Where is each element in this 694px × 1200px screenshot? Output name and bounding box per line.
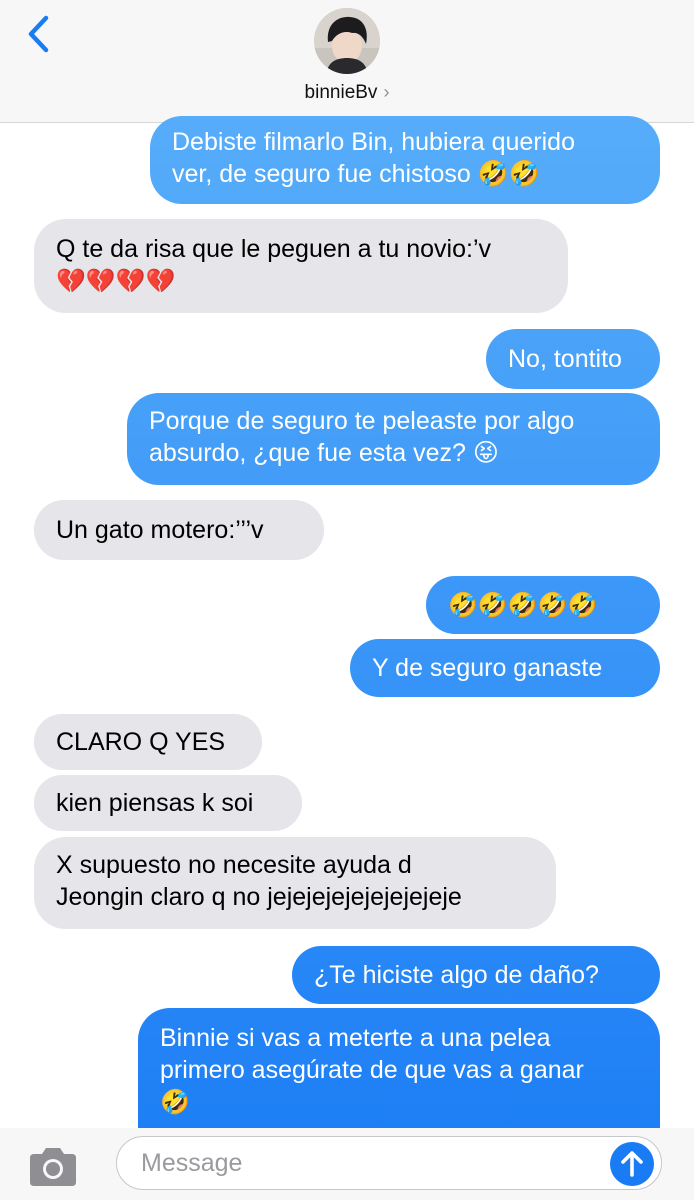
message-text: Y de seguro ganaste	[372, 654, 603, 682]
message-text: kien piensas k soi	[56, 789, 254, 817]
camera-button[interactable]	[26, 1146, 80, 1188]
avatar-photo	[314, 8, 380, 74]
message-text: Debiste filmarlo Bin, hubiera querido	[172, 128, 575, 156]
message-bubble-outgoing[interactable]: Debiste filmarlo Bin, hubiera querido ve…	[150, 116, 660, 204]
message-bubble-outgoing[interactable]: ¿Te hiciste algo de daño?	[292, 946, 660, 1004]
message-text: 💔💔💔💔	[56, 267, 176, 295]
message-bubble-outgoing[interactable]: No, tontito	[486, 329, 660, 389]
message-text: Binnie si vas a meterte a una pelea	[160, 1024, 551, 1052]
send-button[interactable]	[610, 1142, 654, 1186]
message-bubble-outgoing[interactable]: Binnie si vas a meterte a una pelea prim…	[138, 1008, 660, 1128]
message-bubble-incoming[interactable]: CLARO Q YES	[34, 714, 262, 770]
message-bubble-outgoing[interactable]: Y de seguro ganaste	[350, 639, 660, 697]
message-input[interactable]	[116, 1136, 662, 1190]
message-bubble-incoming[interactable]: Q te da risa que le peguen a tu novio:’v…	[34, 219, 568, 313]
message-bubble-incoming[interactable]: Un gato motero:’’’v	[34, 500, 324, 560]
message-bubble-outgoing[interactable]: Porque de seguro te peleaste por algo ab…	[127, 393, 660, 485]
message-bubble-incoming[interactable]: X supuesto no necesite ayuda d Jeongin c…	[34, 837, 556, 929]
message-text: Q te da risa que le peguen a tu novio:’v	[56, 235, 492, 263]
message-bubble-outgoing[interactable]: 🤣🤣🤣🤣🤣	[426, 576, 660, 634]
message-text: X supuesto no necesite ayuda d	[56, 851, 412, 879]
chevron-left-icon	[28, 15, 49, 53]
camera-icon	[30, 1148, 76, 1186]
contact-name-button[interactable]: binnieBv ›	[0, 82, 694, 104]
message-text: No, tontito	[508, 345, 622, 373]
message-text: ver, de seguro fue chistoso 🤣🤣	[172, 160, 540, 188]
message-text: 🤣🤣🤣🤣🤣	[448, 591, 598, 619]
message-composer	[0, 1128, 694, 1200]
message-text: 🤣	[160, 1088, 190, 1116]
contact-name: binnieBv	[304, 82, 378, 103]
message-text: CLARO Q YES	[56, 728, 226, 756]
arrow-up-icon	[621, 1151, 643, 1177]
message-text: absurdo, ¿que fue esta vez? 😝	[149, 439, 499, 467]
message-bubble-incoming[interactable]: kien piensas k soi	[34, 775, 302, 831]
contact-avatar[interactable]	[314, 8, 380, 74]
back-button[interactable]	[22, 14, 56, 54]
conversation-header: binnieBv ›	[0, 0, 694, 123]
message-text: ¿Te hiciste algo de daño?	[314, 961, 599, 989]
message-text: Jeongin claro q no jejejejejejejejejeje	[56, 883, 462, 911]
message-text: Un gato motero:’’’v	[56, 516, 264, 544]
message-text: primero asegúrate de que vas a ganar	[160, 1056, 584, 1084]
message-text: Porque de seguro te peleaste por algo	[149, 407, 575, 435]
chevron-right-icon: ›	[383, 82, 390, 102]
